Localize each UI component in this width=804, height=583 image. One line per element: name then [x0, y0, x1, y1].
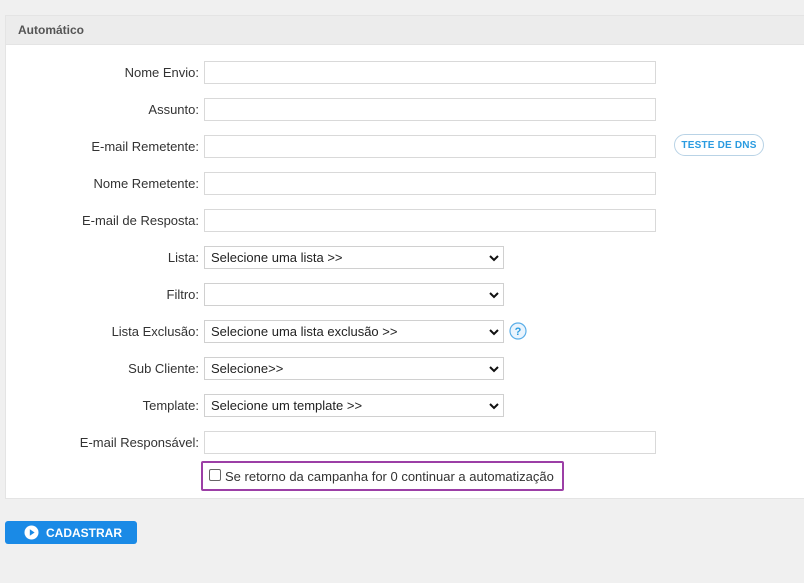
continue-automation-label[interactable]: Se retorno da campanha for 0 continuar a…	[225, 469, 554, 484]
assunto-input[interactable]	[204, 98, 656, 121]
lista-select-value: Selecione uma lista >>	[211, 250, 343, 265]
email-remetente-label: E-mail Remetente:	[91, 139, 199, 154]
cadastrar-label: CADASTRAR	[46, 526, 122, 540]
row-lista: Lista: Selecione uma lista >>	[6, 246, 804, 270]
nome-envio-input[interactable]	[204, 61, 656, 84]
filtro-label: Filtro:	[166, 287, 200, 302]
row-filtro: Filtro:	[6, 283, 804, 307]
panel-title: Automático	[6, 16, 804, 45]
play-circle-icon	[24, 525, 39, 540]
row-sub-cliente: Sub Cliente: Selecione>>	[6, 357, 804, 381]
row-nome-envio: Nome Envio:	[6, 61, 804, 85]
email-remetente-input[interactable]	[204, 135, 656, 158]
template-select-value: Selecione um template >>	[211, 398, 363, 413]
row-assunto: Assunto:	[6, 98, 804, 122]
chevron-down-icon	[489, 255, 499, 262]
nome-remetente-label: Nome Remetente:	[93, 176, 200, 191]
sub-cliente-select-value: Selecione>>	[211, 361, 284, 376]
chevron-down-icon	[489, 366, 499, 373]
lista-label: Lista:	[167, 250, 199, 265]
nome-remetente-input[interactable]	[204, 172, 656, 195]
lista-select[interactable]: Selecione uma lista >>	[204, 246, 504, 269]
sub-cliente-select[interactable]: Selecione>>	[204, 357, 504, 380]
lista-exclusao-select[interactable]: Selecione uma lista exclusão >>	[204, 320, 504, 343]
nome-envio-label: Nome Envio:	[124, 65, 199, 80]
automatico-panel: Automático Nome Envio: Assunto: E-mail R…	[5, 15, 804, 499]
row-lista-exclusao: Lista Exclusão: Selecione uma lista excl…	[6, 320, 804, 344]
continue-automation-checkbox[interactable]	[209, 469, 221, 481]
row-email-resposta: E-mail de Resposta:	[6, 209, 804, 233]
row-email-remetente: E-mail Remetente: TESTE DE DNS	[6, 134, 804, 159]
row-nome-remetente: Nome Remetente:	[6, 172, 804, 196]
sub-cliente-label: Sub Cliente:	[128, 361, 199, 376]
continue-automation-option: Se retorno da campanha for 0 continuar a…	[201, 461, 564, 491]
assunto-label: Assunto:	[148, 102, 199, 117]
email-responsavel-input[interactable]	[204, 431, 656, 454]
template-select[interactable]: Selecione um template >>	[204, 394, 504, 417]
lista-exclusao-select-value: Selecione uma lista exclusão >>	[211, 324, 398, 339]
question-circle-icon[interactable]: ?	[509, 322, 527, 340]
row-template: Template: Selecione um template >>	[6, 394, 804, 418]
chevron-down-icon	[489, 403, 499, 410]
filtro-select[interactable]	[204, 283, 504, 306]
template-label: Template:	[142, 398, 199, 413]
teste-dns-button[interactable]: TESTE DE DNS	[674, 134, 764, 156]
lista-exclusao-label: Lista Exclusão:	[111, 324, 199, 339]
email-resposta-label: E-mail de Resposta:	[81, 213, 199, 228]
chevron-down-icon	[489, 329, 499, 336]
cadastrar-button[interactable]: CADASTRAR	[5, 521, 137, 544]
row-email-responsavel: E-mail Responsável:	[6, 431, 804, 455]
svg-text:?: ?	[515, 326, 522, 338]
email-responsavel-label: E-mail Responsável:	[79, 435, 199, 450]
chevron-down-icon	[489, 292, 499, 299]
email-resposta-input[interactable]	[204, 209, 656, 232]
